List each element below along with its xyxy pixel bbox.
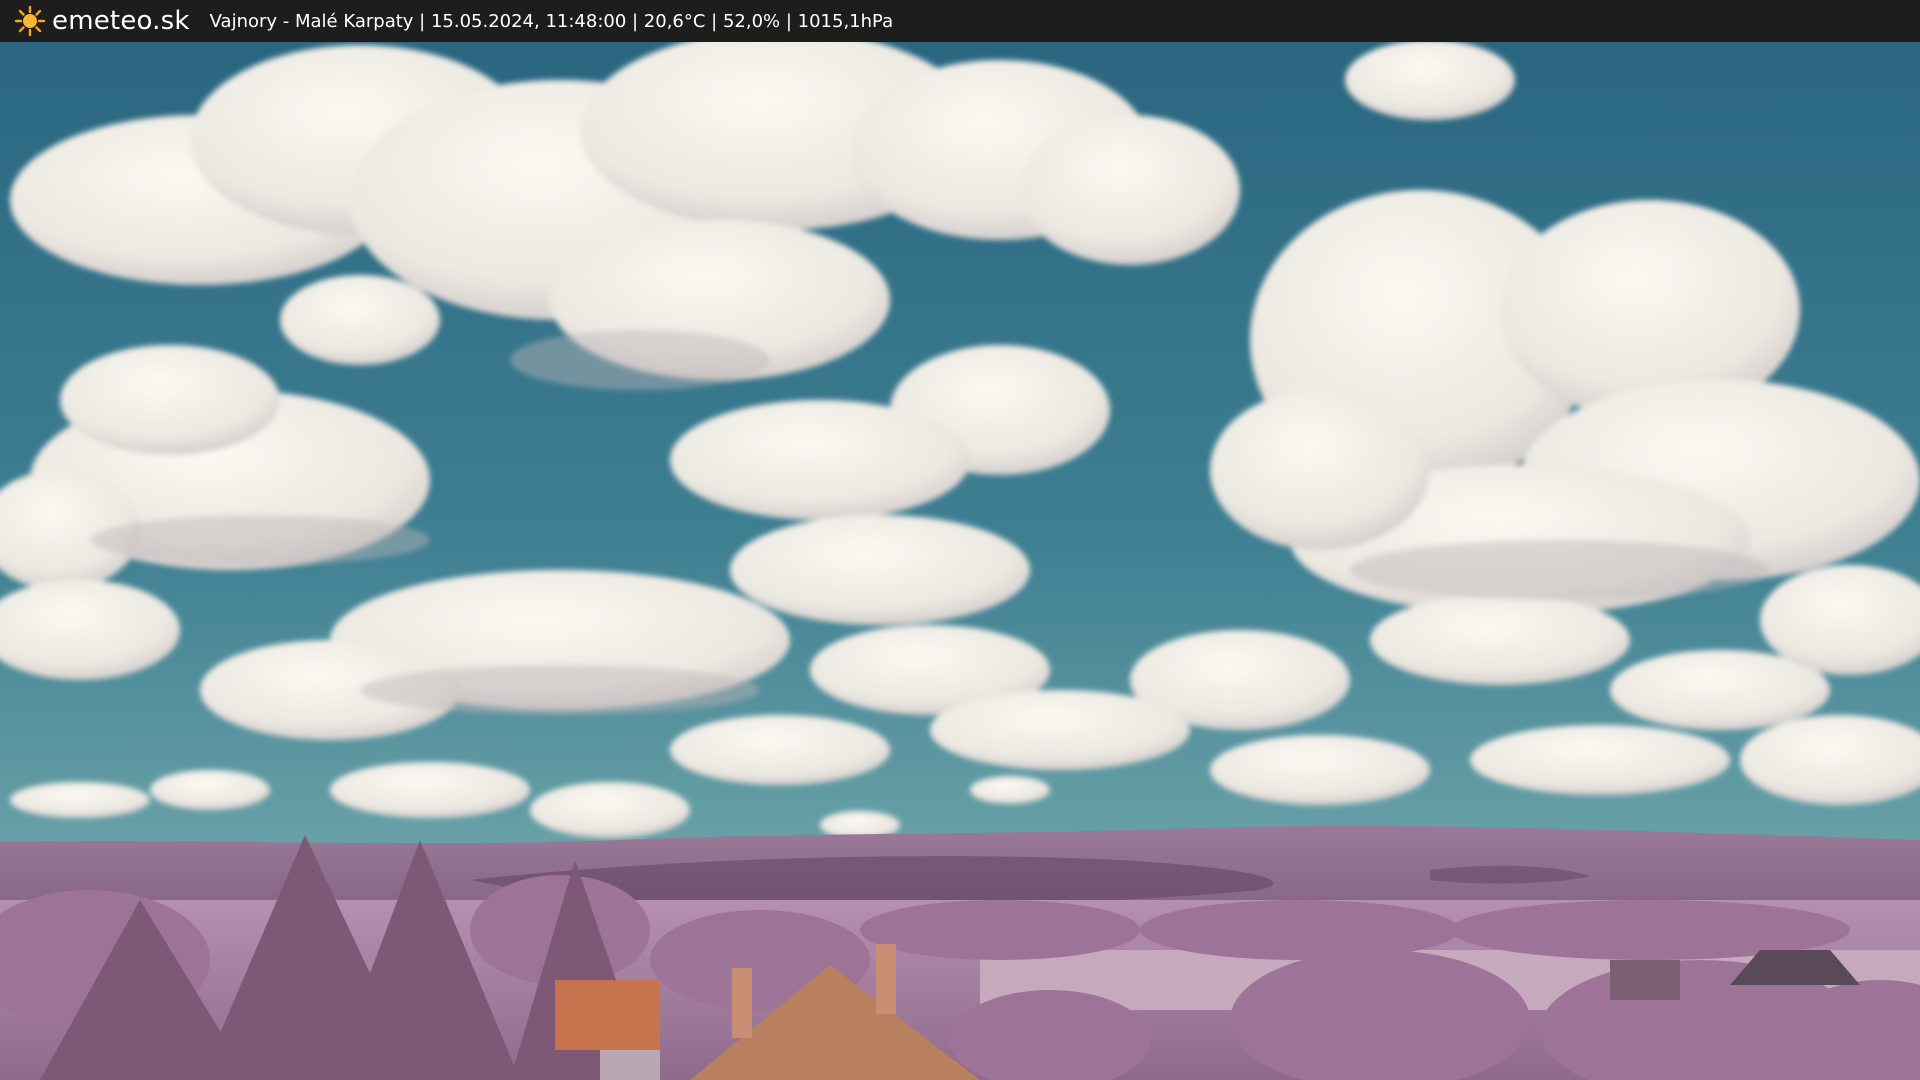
webcam-header-bar: emeteo.sk Vajnory - Malé Karpaty | 15.05… [0, 0, 1920, 42]
webcam-caption: Vajnory - Malé Karpaty | 15.05.2024, 11:… [209, 10, 894, 32]
brand-name: emeteo.sk [52, 6, 190, 36]
webcam-image [0, 30, 1920, 1080]
sun-icon [14, 5, 46, 37]
